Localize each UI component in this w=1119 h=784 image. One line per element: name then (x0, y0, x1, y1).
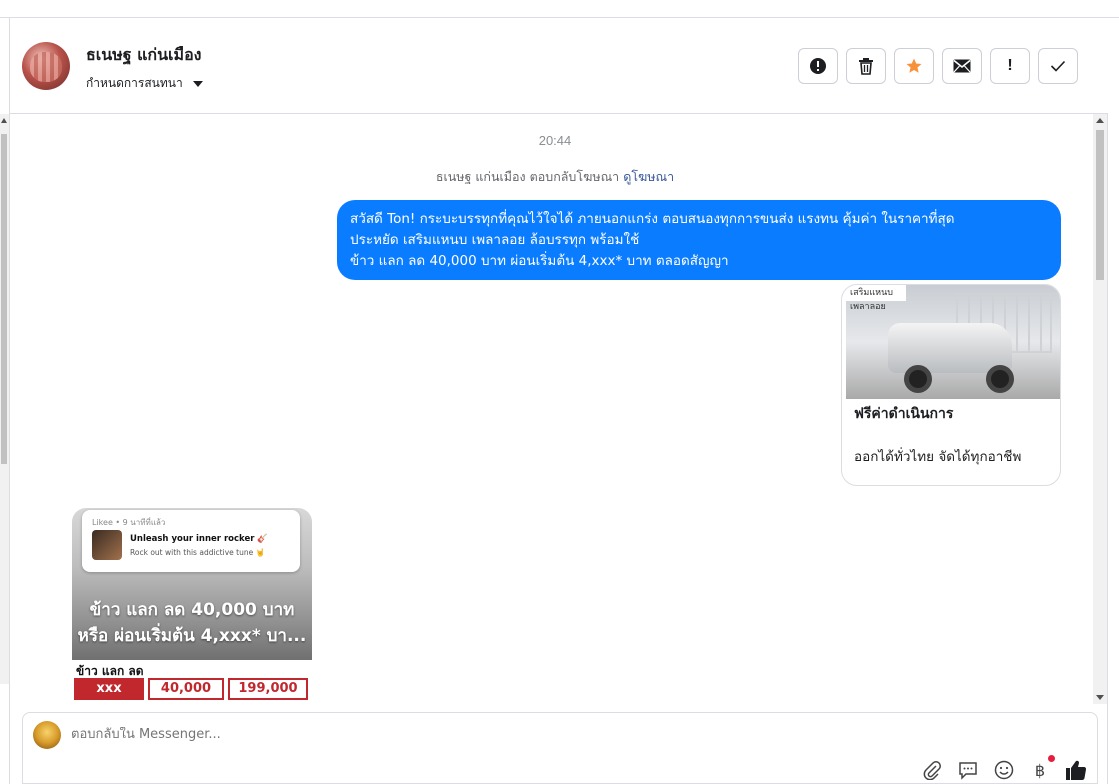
ad-reply-text: ธเนษฐ แก่นเมือง ตอบกลับโฆษณา (435, 169, 620, 184)
scroll-up-arrow-icon[interactable] (1, 118, 7, 123)
scroll-up-arrow-icon[interactable] (1096, 118, 1104, 123)
page-avatar (33, 721, 61, 749)
like-button[interactable] (1065, 759, 1087, 781)
scroll-thumb[interactable] (1, 134, 7, 464)
smiley-icon (994, 760, 1014, 780)
mark-unread-button[interactable] (942, 48, 982, 84)
assign-conversation-label: กำหนดการสนทนา (86, 76, 183, 90)
notification-title: Unleash your inner rocker 🎸 (130, 534, 268, 544)
price-box: 40,000 (148, 678, 224, 700)
contact-avatar[interactable] (22, 42, 70, 90)
star-icon (906, 58, 922, 73)
star-button[interactable] (894, 48, 934, 84)
follow-up-button[interactable]: ! (990, 48, 1030, 84)
message-line: ประหยัด เสริมแหนบ เพลาลอย ล้อบรรทุก พร้อ… (350, 232, 640, 248)
delete-button[interactable] (846, 48, 886, 84)
attach-button[interactable] (921, 759, 943, 781)
ad-image-caption: เสริมแหนบ เพลาลอย (846, 285, 906, 312)
ad-card-title: ฟรีค่าดำเนินการ (854, 406, 954, 422)
reply-input[interactable] (71, 727, 671, 742)
baht-icon: ฿ (1034, 760, 1046, 780)
top-strip (0, 0, 1119, 18)
report-spam-button[interactable] (798, 48, 838, 84)
contact-name[interactable]: ธเนษฐ แก่นเมือง (86, 43, 202, 68)
notification-app: Likee • 9 นาทีที่แล้ว (92, 518, 166, 527)
payment-button[interactable]: ฿ (1029, 755, 1055, 781)
price-strip: ข้าว แลก ลด xxx 40,000 199,000 (72, 660, 312, 704)
exclamation-icon: ! (1007, 57, 1013, 74)
paperclip-icon (923, 761, 941, 780)
message-timestamp: 20:44 (538, 133, 572, 148)
check-icon (1050, 60, 1066, 72)
left-scrollbar[interactable] (0, 114, 9, 684)
message-composer: ฿ (22, 712, 1098, 784)
ad-card-image: เสริมแหนบ เพลาลอย (846, 285, 1060, 399)
ad-card[interactable]: เสริมแหนบ เพลาลอย ฟรีค่าดำเนินการ ออกได้… (841, 284, 1061, 486)
emoji-button[interactable] (993, 759, 1015, 781)
conversation-header: ธเนษฐ แก่นเมือง กำหนดการสนทนา ! (10, 18, 1108, 114)
ad-reply-note: ธเนษฐ แก่นเมือง ตอบกลับโฆษณา ดูโฆษณา (10, 167, 1100, 187)
media-headline-2: หรือ ผ่อนเริ่มต้น 4,xxx* บา... (77, 626, 307, 646)
media-headline-1: ข้าว แลก ลด 40,000 บาท (89, 600, 295, 620)
incoming-media-image[interactable]: Likee • 9 นาทีที่แล้ว Unleash your inner… (72, 508, 312, 704)
view-ad-link[interactable]: ดูโฆษณา (623, 169, 674, 184)
outgoing-message-bubble[interactable]: สวัสดี Ton! กระบะบรรทุกที่คุณไว้ใจได้ ภา… (337, 200, 1061, 280)
price-box: 199,000 (228, 678, 308, 700)
scroll-down-arrow-icon[interactable] (1096, 695, 1104, 700)
scroll-thumb[interactable] (1096, 130, 1104, 280)
caret-down-icon (192, 80, 203, 87)
trash-icon (859, 58, 873, 75)
notification-dot (1048, 755, 1055, 762)
thread-scrollbar[interactable] (1093, 114, 1107, 704)
exclamation-circle-icon (810, 58, 826, 74)
ad-card-description: ออกได้ทั่วไทย จัดได้ทุกอาชีพ (854, 449, 1022, 465)
price-box: xxx (74, 678, 144, 700)
mark-done-button[interactable] (1038, 48, 1078, 84)
thumbs-up-icon (1066, 760, 1087, 781)
message-line: ข้าว แลก ลด 40,000 บาท ผ่อนเริ่มต้น 4,xx… (350, 253, 729, 269)
conversation-panel: ธเนษฐ แก่นเมือง กำหนดการสนทนา ! 20:44 ธเ… (9, 18, 1108, 784)
saved-replies-button[interactable] (957, 759, 979, 781)
message-line: สวัสดี Ton! กระบะบรรทุกที่คุณไว้ใจได้ ภา… (350, 211, 955, 227)
envelope-icon (953, 59, 971, 73)
chat-bubble-icon (959, 762, 977, 780)
notification-thumbnail (92, 530, 122, 560)
notification-text: Rock out with this addictive tune 🤘 (130, 548, 265, 557)
assign-conversation-dropdown[interactable]: กำหนดการสนทนา (86, 74, 203, 93)
composer-tools: ฿ (921, 755, 1087, 781)
notification-overlay: Likee • 9 นาทีที่แล้ว Unleash your inner… (82, 510, 300, 572)
header-actions: ! (798, 48, 1078, 84)
